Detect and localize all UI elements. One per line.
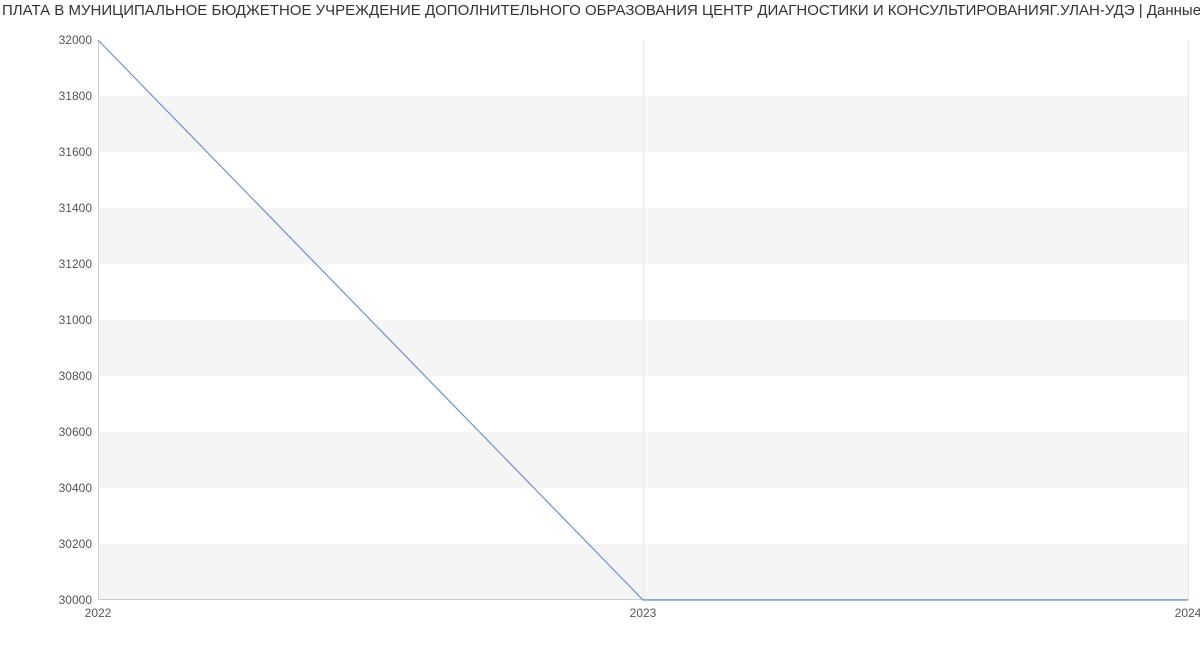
y-tick-label: 31000 — [12, 313, 92, 327]
y-tick-label: 30200 — [12, 537, 92, 551]
chart-container: ПЛАТА В МУНИЦИПАЛЬНОЕ БЮДЖЕТНОЕ УЧРЕЖДЕН… — [0, 0, 1200, 650]
plot-area — [98, 40, 1188, 600]
y-tick-label: 30800 — [12, 369, 92, 383]
x-tick-label: 2023 — [630, 606, 657, 620]
x-tick-label: 2024 — [1175, 606, 1200, 620]
y-tick-label: 32000 — [12, 33, 92, 47]
y-tick-label: 31600 — [12, 145, 92, 159]
vertical-gridline — [1188, 40, 1189, 600]
line-series — [98, 40, 1188, 600]
x-tick-label: 2022 — [85, 606, 112, 620]
y-tick-label: 31400 — [12, 201, 92, 215]
y-tick-label: 31800 — [12, 89, 92, 103]
y-tick-label: 31200 — [12, 257, 92, 271]
y-tick-label: 30400 — [12, 481, 92, 495]
chart-title: ПЛАТА В МУНИЦИПАЛЬНОЕ БЮДЖЕТНОЕ УЧРЕЖДЕН… — [0, 2, 1200, 19]
y-tick-label: 30600 — [12, 425, 92, 439]
y-tick-label: 30000 — [12, 593, 92, 607]
